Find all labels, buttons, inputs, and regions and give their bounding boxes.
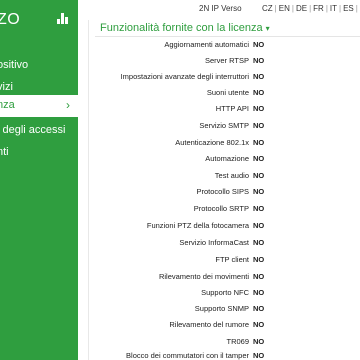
lang-fr[interactable]: FR — [313, 4, 324, 13]
feature-row: Supporto SNMP NO — [90, 302, 360, 316]
sidebar-item-license[interactable]: nza › — [0, 95, 78, 117]
feature-value: NO — [253, 204, 265, 213]
sidebar-item-label: ositivo — [0, 59, 29, 71]
feature-row: Blocco dei commutatori con il tamper NO — [90, 349, 360, 360]
chevron-down-icon: ▾ — [265, 24, 270, 33]
sidebar-item-device[interactable]: ositivo — [0, 55, 78, 77]
feature-value: NO — [253, 221, 265, 230]
feature-row: HTTP API NO — [90, 102, 360, 116]
language-selector: CZ|EN|DE|FR|IT|ES|RU — [262, 4, 360, 13]
lang-en[interactable]: EN — [279, 4, 290, 13]
feature-name: Automazione — [205, 154, 249, 163]
feature-row: Automazione NO — [90, 152, 360, 166]
feature-name: Server RTSP — [204, 56, 249, 65]
feature-row: Protocollo SRTP NO — [90, 202, 360, 216]
feature-value: NO — [253, 351, 265, 360]
feature-name: HTTP API — [215, 104, 249, 113]
feature-value: NO — [253, 238, 265, 247]
feature-row: TR069 NO — [90, 335, 360, 349]
feature-row: Rilevamento dei movimenti NO — [90, 270, 360, 284]
feature-name: Funzioni PTZ della fotocamera — [146, 221, 249, 230]
feature-row: Supporto NFC NO — [90, 286, 360, 300]
feature-name: Autenticazione 802.1x — [175, 138, 249, 147]
feature-value: NO — [253, 40, 265, 49]
content-divider — [88, 20, 89, 360]
feature-value: NO — [253, 320, 265, 329]
sidebar-item-label: i degli accessi — [0, 124, 66, 136]
section-title[interactable]: Funzionalità fornite con la licenza ▾ — [100, 22, 270, 34]
feature-value: NO — [253, 154, 265, 163]
feature-row: Aggiornamenti automatici NO — [90, 38, 360, 52]
bar-chart-icon[interactable] — [57, 13, 69, 24]
feature-row: FTP client NO — [90, 253, 360, 267]
feature-name: Protocollo SIPS — [196, 187, 249, 196]
feature-row: Autenticazione 802.1x NO — [90, 136, 360, 150]
feature-value: NO — [253, 121, 265, 130]
feature-value: NO — [253, 337, 265, 346]
feature-name: Aggiornamenti automatici — [164, 40, 249, 49]
device-name: 2N IP Verso — [199, 4, 242, 13]
feature-name: Rilevamento del rumore — [169, 320, 249, 329]
sidebar-item-label: nti — [0, 146, 9, 158]
sidebar: ZO ositivo vizi nza › i degli accessi nt… — [0, 0, 78, 360]
feature-value: NO — [253, 56, 265, 65]
feature-row: Test audio NO — [90, 169, 360, 183]
feature-value: NO — [253, 88, 265, 97]
feature-row: Protocollo SIPS NO — [90, 185, 360, 199]
feature-value: NO — [253, 171, 265, 180]
feature-name: Test audio — [214, 171, 249, 180]
feature-name: Rilevamento dei movimenti — [158, 272, 249, 281]
feature-name: FTP client — [215, 255, 249, 264]
sidebar-item-label: vizi — [0, 81, 13, 93]
feature-name: TR069 — [226, 337, 249, 346]
feature-row: Server RTSP NO — [90, 54, 360, 68]
lang-es[interactable]: ES — [343, 4, 354, 13]
feature-row: Servizio SMTP NO — [90, 119, 360, 133]
brand-title: ZO — [0, 11, 21, 28]
chevron-right-icon: › — [66, 98, 70, 112]
feature-row: Servizio InformaCast NO — [90, 236, 360, 250]
lang-it[interactable]: IT — [330, 4, 337, 13]
sidebar-item-users[interactable]: nti — [0, 142, 78, 164]
feature-row: Funzioni PTZ della fotocamera NO — [90, 219, 360, 233]
feature-row: Rilevamento del rumore NO — [90, 318, 360, 332]
feature-value: NO — [253, 288, 265, 297]
feature-value: NO — [253, 272, 265, 281]
feature-name: Blocco dei commutatori con il tamper — [126, 351, 249, 360]
feature-name: Suoni utente — [206, 88, 249, 97]
lang-cz[interactable]: CZ — [262, 4, 273, 13]
feature-value: NO — [253, 304, 265, 313]
feature-value: NO — [253, 72, 265, 81]
feature-value: NO — [253, 104, 265, 113]
feature-row: Impostazioni avanzate degli interruttori… — [90, 70, 360, 84]
feature-name: Impostazioni avanzate degli interruttori — [120, 72, 249, 81]
feature-name: Servizio SMTP — [199, 121, 249, 130]
section-rule — [95, 36, 360, 37]
sidebar-item-label: nza — [0, 99, 15, 111]
feature-value: NO — [253, 187, 265, 196]
feature-name: Supporto SNMP — [194, 304, 249, 313]
feature-value: NO — [253, 138, 265, 147]
feature-name: Servizio InformaCast — [179, 238, 249, 247]
feature-name: Supporto NFC — [201, 288, 249, 297]
sidebar-item-access[interactable]: i degli accessi — [0, 120, 78, 142]
lang-de[interactable]: DE — [296, 4, 307, 13]
section-title-text: Funzionalità fornite con la licenza — [100, 22, 263, 34]
feature-value: NO — [253, 255, 265, 264]
feature-row: Suoni utente NO — [90, 86, 360, 100]
feature-name: Protocollo SRTP — [193, 204, 249, 213]
